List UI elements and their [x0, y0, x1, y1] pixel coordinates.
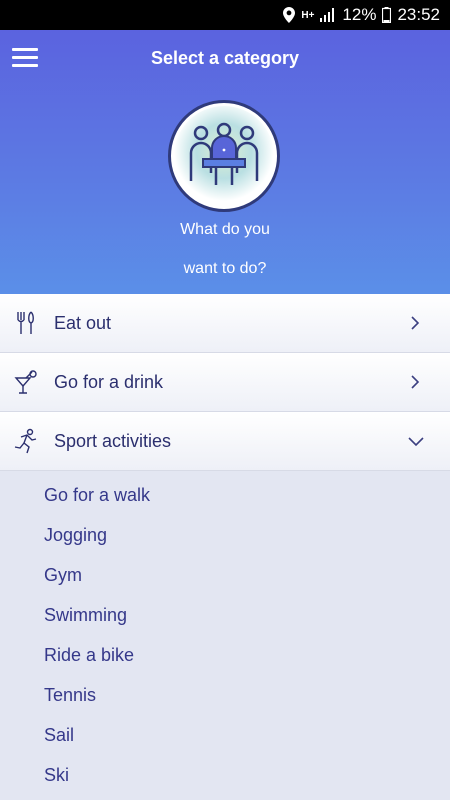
sport-item-gym[interactable]: Gym [0, 555, 450, 595]
battery-icon [382, 7, 392, 23]
sport-item-jogging[interactable]: Jogging [0, 515, 450, 555]
category-label: Eat out [54, 312, 112, 333]
chevron-right-icon [408, 375, 422, 389]
sport-item-ski[interactable]: Ski [0, 755, 450, 795]
sport-item-tennis[interactable]: Tennis [0, 675, 450, 715]
running-icon [12, 427, 40, 455]
category-sport-activities[interactable]: Sport activities [0, 412, 450, 471]
sport-activities-sublist: Go for a walk Jogging Gym Swimming Ride … [0, 471, 450, 795]
clock: 23:52 [397, 5, 440, 24]
meeting-people-illustration [168, 100, 280, 212]
battery-percent: 12% [342, 5, 377, 24]
chevron-down-icon [408, 434, 424, 448]
signal-icon [320, 8, 336, 22]
chevron-right-icon [408, 316, 422, 330]
hero-subtitle-line2: want to do? [183, 260, 267, 277]
category-go-for-a-drink[interactable]: Go for a drink [0, 353, 450, 412]
category-label: Go for a drink [54, 371, 164, 392]
category-label: Sport activities [54, 430, 172, 451]
header: Select a category What do you want to do… [0, 30, 450, 294]
category-eat-out[interactable]: Eat out [0, 294, 450, 353]
cocktail-icon [12, 368, 40, 396]
page-title: Select a category [150, 48, 300, 68]
hero-subtitle-line1: What do you [180, 221, 270, 238]
status-bar: H+ 12% 23:52 [0, 0, 450, 30]
fork-knife-icon [12, 309, 40, 337]
sport-item-swimming[interactable]: Swimming [0, 595, 450, 635]
sport-item-go-for-a-walk[interactable]: Go for a walk [0, 475, 450, 515]
network-type: H+ [301, 9, 315, 21]
sport-item-ride-a-bike[interactable]: Ride a bike [0, 635, 450, 675]
sport-item-sail[interactable]: Sail [0, 715, 450, 755]
category-list: Eat out Go for a drink Sport activities … [0, 294, 450, 795]
location-icon [283, 7, 296, 23]
